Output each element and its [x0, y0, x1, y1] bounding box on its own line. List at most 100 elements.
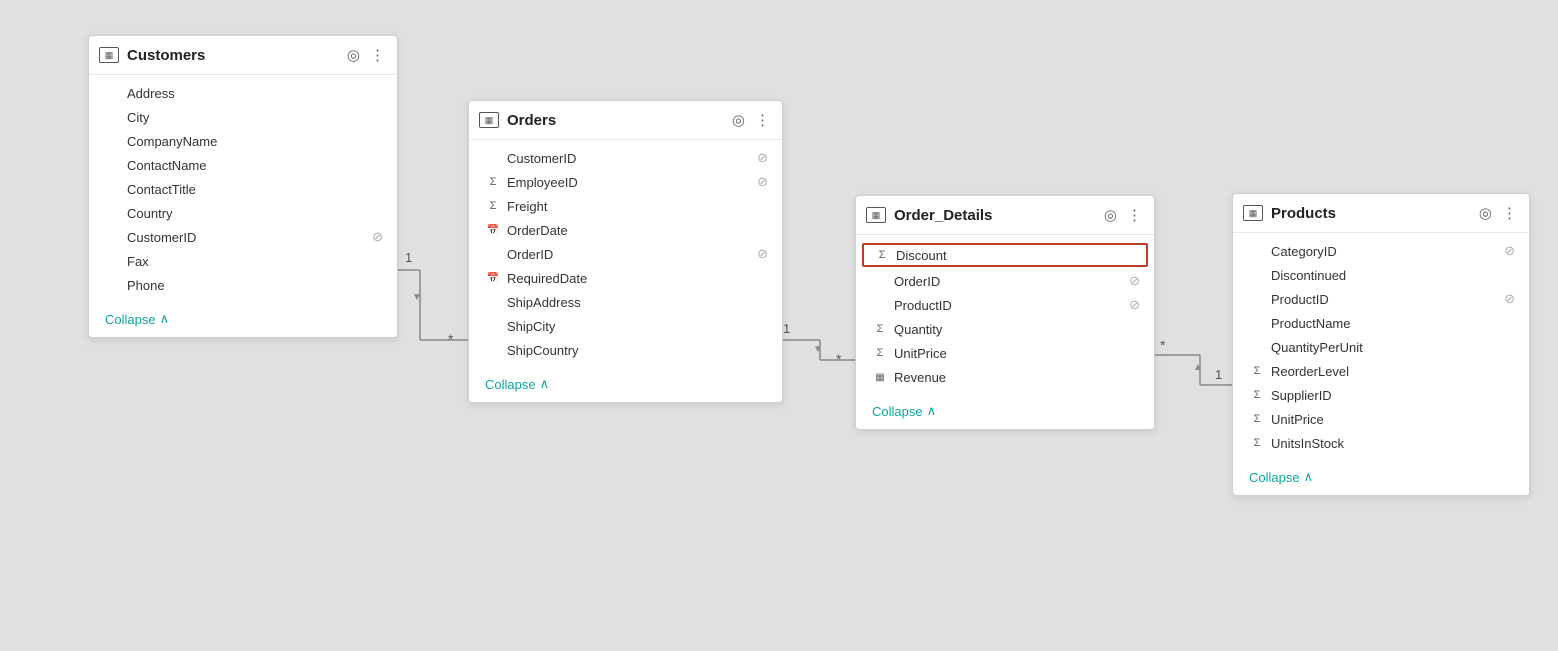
field-phone: Phone — [89, 273, 397, 297]
orders-collapse[interactable]: Collapse ∧ — [469, 368, 782, 402]
orders-field-shipcountry: ShipCountry — [469, 338, 782, 362]
products-field-reorderlevel: Σ ReorderLevel — [1233, 359, 1529, 383]
products-field-productname: ProductName — [1233, 311, 1529, 335]
order-details-field-discount: Σ Discount — [862, 243, 1148, 267]
products-field-productid: ProductID ⊘ — [1233, 287, 1529, 311]
orders-shipaddress-name: ShipAddress — [507, 295, 768, 310]
products-table-icon: ▦ — [1243, 205, 1263, 221]
products-header-actions: ◎ ⋮ — [1479, 204, 1517, 222]
od-unitprice-name: UnitPrice — [894, 346, 1140, 361]
od-orderid-hide[interactable]: ⊘ — [1129, 273, 1140, 289]
field-companyname: CompanyName — [89, 129, 397, 153]
order-details-collapse-label: Collapse — [872, 404, 923, 419]
products-productid-name: ProductID — [1271, 292, 1498, 307]
customers-collapse[interactable]: Collapse ∧ — [89, 303, 397, 337]
address-field-name: Address — [127, 86, 383, 101]
orders-freight-icon: Σ — [485, 200, 501, 212]
order-details-table-icon: ▦ — [866, 207, 886, 223]
orders-field-orderid: OrderID ⊘ — [469, 242, 782, 266]
customers-eye-icon[interactable]: ◎ — [347, 46, 360, 64]
order-details-field-orderid: OrderID ⊘ — [856, 269, 1154, 293]
order-details-collapse[interactable]: Collapse ∧ — [856, 395, 1154, 429]
unitsinstock-icon: Σ — [1249, 437, 1265, 449]
orders-field-shipaddress: ShipAddress — [469, 290, 782, 314]
svg-text:*: * — [448, 331, 454, 347]
customers-collapse-icon: ∧ — [160, 311, 170, 327]
orders-field-shipcity: ShipCity — [469, 314, 782, 338]
orders-field-requireddate: 📅 RequiredDate — [469, 266, 782, 290]
od-orderid-name: OrderID — [894, 274, 1123, 289]
customerid-hide-icon[interactable]: ⊘ — [372, 229, 383, 245]
order-details-field-quantity: Σ Quantity — [856, 317, 1154, 341]
customers-more-icon[interactable]: ⋮ — [370, 46, 385, 64]
products-field-unitsinstock: Σ UnitsInStock — [1233, 431, 1529, 455]
orders-collapse-icon: ∧ — [540, 376, 550, 392]
svg-text:▼: ▼ — [412, 292, 422, 303]
od-quantity-icon: Σ — [872, 323, 888, 335]
discount-name: Discount — [896, 248, 1138, 263]
orders-shipcity-name: ShipCity — [507, 319, 768, 334]
orders-field-freight: Σ Freight — [469, 194, 782, 218]
products-eye-icon[interactable]: ◎ — [1479, 204, 1492, 222]
products-more-icon[interactable]: ⋮ — [1502, 204, 1517, 222]
svg-text:1: 1 — [1215, 367, 1222, 382]
orders-customerid-hide[interactable]: ⊘ — [757, 150, 768, 166]
orders-employeeid-name: EmployeeID — [507, 175, 751, 190]
companyname-field-name: CompanyName — [127, 134, 383, 149]
reorderlevel-name: ReorderLevel — [1271, 364, 1515, 379]
orders-customerid-name: CustomerID — [507, 151, 751, 166]
order-details-more-icon[interactable]: ⋮ — [1127, 206, 1142, 224]
discount-icon: Σ — [874, 249, 890, 261]
products-unitprice-name: UnitPrice — [1271, 412, 1515, 427]
orders-field-employeeid: Σ EmployeeID ⊘ — [469, 170, 782, 194]
order-details-eye-icon[interactable]: ◎ — [1104, 206, 1117, 224]
products-table-title: Products — [1271, 205, 1471, 222]
od-productid-hide[interactable]: ⊘ — [1129, 297, 1140, 313]
products-collapse[interactable]: Collapse ∧ — [1233, 461, 1529, 495]
od-productid-name: ProductID — [894, 298, 1123, 313]
contactname-field-name: ContactName — [127, 158, 383, 173]
orders-more-icon[interactable]: ⋮ — [755, 111, 770, 129]
reorderlevel-icon: Σ — [1249, 365, 1265, 377]
products-field-categoryid: CategoryID ⊘ — [1233, 239, 1529, 263]
orders-orderid-hide[interactable]: ⊘ — [757, 246, 768, 262]
field-address: Address — [89, 81, 397, 105]
city-field-name: City — [127, 110, 383, 125]
orders-eye-icon[interactable]: ◎ — [732, 111, 745, 129]
orders-table: ▦ Orders ◎ ⋮ CustomerID ⊘ Σ EmployeeID ⊘… — [468, 100, 783, 403]
fax-field-name: Fax — [127, 254, 383, 269]
orders-field-customerid: CustomerID ⊘ — [469, 146, 782, 170]
supplierid-icon: Σ — [1249, 389, 1265, 401]
svg-text:*: * — [836, 351, 842, 367]
orders-employeeid-hide[interactable]: ⊘ — [757, 174, 768, 190]
products-productid-hide[interactable]: ⊘ — [1504, 291, 1515, 307]
customers-header-actions: ◎ ⋮ — [347, 46, 385, 64]
order-details-collapse-icon: ∧ — [927, 403, 937, 419]
field-contacttitle: ContactTitle — [89, 177, 397, 201]
customers-table-header: ▦ Customers ◎ ⋮ — [89, 36, 397, 75]
orders-table-icon: ▦ — [479, 112, 499, 128]
field-contactname: ContactName — [89, 153, 397, 177]
products-unitprice-icon: Σ — [1249, 413, 1265, 425]
field-country: Country — [89, 201, 397, 225]
svg-text:*: * — [1160, 337, 1166, 353]
productname-name: ProductName — [1271, 316, 1515, 331]
quantityperunit-name: QuantityPerUnit — [1271, 340, 1515, 355]
field-fax: Fax — [89, 249, 397, 273]
orders-freight-name: Freight — [507, 199, 768, 214]
products-collapse-icon: ∧ — [1304, 469, 1314, 485]
customers-table-icon: ▦ — [99, 47, 119, 63]
products-table-body: CategoryID ⊘ Discontinued ProductID ⊘ Pr… — [1233, 233, 1529, 461]
orders-requireddate-icon: 📅 — [485, 273, 501, 284]
products-table-header: ▦ Products ◎ ⋮ — [1233, 194, 1529, 233]
customers-table-title: Customers — [127, 47, 339, 64]
categoryid-hide[interactable]: ⊘ — [1504, 243, 1515, 259]
order-details-field-productid: ProductID ⊘ — [856, 293, 1154, 317]
unitsinstock-name: UnitsInStock — [1271, 436, 1515, 451]
od-revenue-icon: ▦ — [872, 372, 888, 383]
orders-orderid-name: OrderID — [507, 247, 751, 262]
order-details-field-unitprice: Σ UnitPrice — [856, 341, 1154, 365]
products-field-supplierid: Σ SupplierID — [1233, 383, 1529, 407]
orders-employeeid-icon: Σ — [485, 176, 501, 188]
svg-text:1: 1 — [405, 250, 412, 265]
